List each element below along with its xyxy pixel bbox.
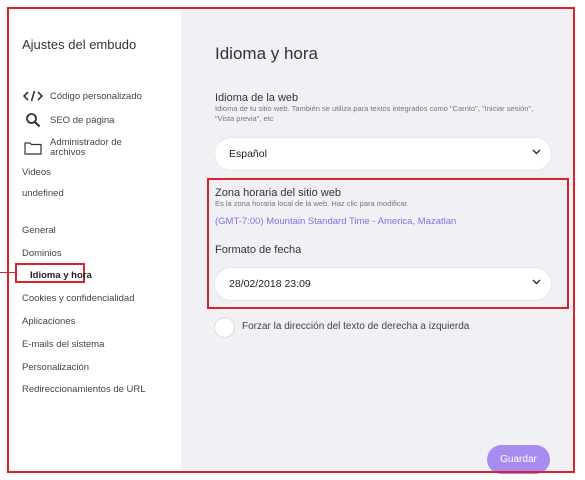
sidebar-item-label: Administrador de archivos: [50, 137, 122, 158]
sidebar-item-label: Código personalizado: [50, 90, 142, 102]
sidebar-item-videos[interactable]: Videos: [22, 167, 51, 178]
timezone-label: Zona horaria del sitio web: [215, 187, 341, 199]
language-select-value: Español: [229, 148, 267, 160]
rtl-label: Forzar la dirección del texto de derecha…: [242, 321, 470, 332]
sidebar-item-apps[interactable]: Aplicaciones: [22, 316, 75, 327]
date-format-label: Formato de fecha: [215, 244, 302, 256]
folder-icon: [22, 140, 44, 156]
page-title: Idioma y hora: [215, 44, 318, 63]
timezone-value-link[interactable]: (GMT-7:00) Mountain Standard Time - Amer…: [215, 216, 456, 227]
sidebar-item-undefined[interactable]: undefined: [22, 188, 64, 199]
chevron-down-icon: [532, 277, 541, 287]
date-format-select[interactable]: 28/02/2018 23:09: [215, 268, 551, 300]
sidebar-item-label: SEO de página: [50, 114, 115, 126]
sidebar-item-cookies[interactable]: Cookies y confidencialidad: [22, 293, 134, 304]
language-help: Idioma de tu sitio web. También se utili…: [215, 104, 534, 123]
date-format-select-value: 28/02/2018 23:09: [229, 278, 311, 290]
sidebar-item-system-emails[interactable]: E-mails del sistema: [22, 339, 104, 350]
sidebar-title: Ajustes del embudo: [22, 37, 137, 52]
sidebar: [9, 9, 181, 471]
sidebar-item-file-manager[interactable]: Administrador de archivos: [22, 138, 140, 158]
sidebar-item-custom-code[interactable]: Código personalizado: [22, 88, 142, 104]
code-icon: [22, 88, 44, 104]
sidebar-item-language-time[interactable]: Idioma y hora: [30, 270, 92, 281]
chevron-down-icon: [532, 147, 541, 157]
search-icon: [22, 112, 44, 128]
active-pointer-line: [0, 272, 16, 273]
sidebar-item-seo[interactable]: SEO de página: [22, 112, 114, 128]
sidebar-item-personalization[interactable]: Personalización: [22, 362, 89, 373]
language-label: Idioma de la web: [215, 92, 299, 104]
sidebar-item-domains[interactable]: Dominios: [22, 248, 62, 259]
rtl-radio[interactable]: [215, 318, 234, 337]
sidebar-item-general[interactable]: General: [22, 225, 56, 236]
sidebar-item-url-redirects[interactable]: Redireccionamientos de URL: [22, 384, 146, 395]
save-button[interactable]: Guardar: [487, 445, 550, 474]
language-select[interactable]: Español: [215, 138, 551, 170]
timezone-help: Es la zona horaria local de la web. Haz …: [215, 199, 409, 208]
